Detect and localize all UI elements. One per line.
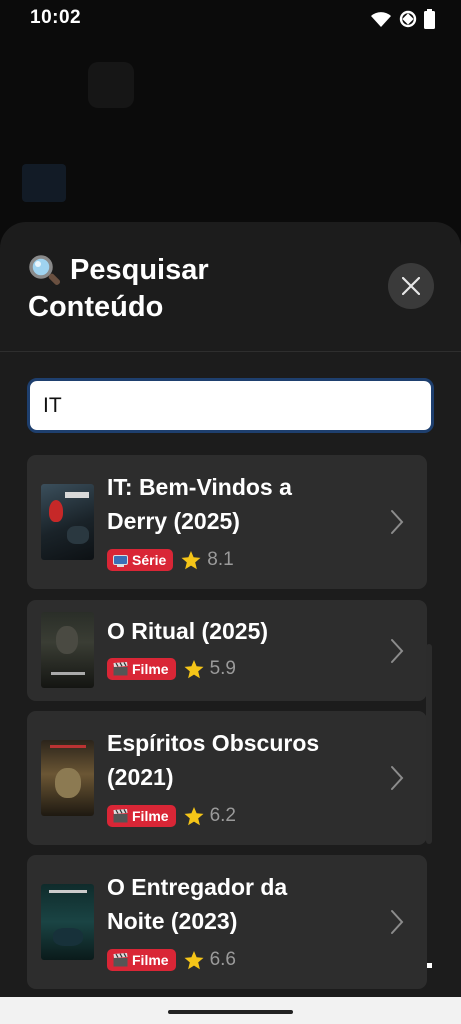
status-time: 10:02 — [30, 7, 82, 28]
result-title-line1: O Entregador da — [107, 874, 288, 900]
result-title: IT: Bem-Vindos a Derry (2025) — [107, 470, 367, 538]
star-icon — [184, 806, 204, 825]
sheet-title-line1: Pesquisar — [70, 254, 209, 286]
poster-thumbnail — [41, 612, 94, 688]
result-title-line1: Espíritos Obscuros — [107, 730, 320, 756]
type-badge: Série — [107, 549, 174, 571]
type-badge: Filme — [107, 805, 176, 827]
result-card[interactable]: Espíritos Obscuros (2021) Filme 6.2 — [27, 711, 427, 845]
search-icon — [29, 254, 61, 285]
rating-value: 8.1 — [207, 549, 234, 570]
type-label: Filme — [132, 808, 169, 824]
type-badge: Filme — [107, 658, 176, 680]
search-sheet: Pesquisar Conteúdo IT IT: Bem-Vindos a D… — [0, 222, 461, 997]
rating-value: 6.2 — [209, 805, 236, 826]
background-page — [0, 38, 461, 238]
result-card[interactable]: O Ritual (2025) Filme 5.9 — [27, 600, 427, 701]
result-meta: Filme 6.2 — [107, 805, 236, 827]
rating: 8.1 — [181, 549, 234, 571]
type-label: Filme — [132, 952, 169, 968]
result-title: O Entregador da Noite (2023) — [107, 870, 367, 938]
clapperboard-icon — [113, 662, 128, 676]
heading-icon — [22, 164, 66, 202]
sheet-title: Pesquisar Conteúdo — [28, 252, 348, 326]
background-heading — [22, 164, 84, 202]
rating: 6.6 — [184, 949, 236, 971]
search-input[interactable] — [30, 381, 431, 430]
poster-thumbnail — [41, 740, 94, 816]
chevron-right-icon — [391, 639, 404, 663]
sheet-header: Pesquisar Conteúdo — [0, 222, 461, 352]
clapperboard-icon — [113, 953, 128, 967]
result-title-line2: Noite (2023) — [107, 908, 238, 934]
type-badge: Filme — [107, 949, 176, 971]
status-icons — [370, 9, 435, 29]
close-button[interactable] — [388, 263, 434, 309]
result-card[interactable]: IT: Bem-Vindos a Derry (2025) Série 8.1 — [27, 455, 427, 589]
sheet-title-row: Pesquisar — [28, 252, 348, 289]
scroll-indicator — [427, 963, 432, 968]
result-title-line2: Derry (2025) — [107, 508, 240, 534]
logo-mark — [88, 62, 134, 108]
result-title-line1: IT: Bem-Vindos a — [107, 474, 292, 500]
result-card[interactable]: O Entregador da Noite (2023) Filme 6.6 — [27, 855, 427, 989]
result-meta: Série 8.1 — [107, 549, 234, 571]
result-title: O Ritual (2025) — [107, 614, 367, 648]
search-field[interactable] — [27, 378, 434, 433]
type-label: Filme — [132, 661, 169, 677]
rating: 6.2 — [184, 805, 236, 827]
star-icon — [184, 950, 204, 969]
clapperboard-icon — [113, 809, 128, 823]
status-bar: 10:02 — [0, 0, 461, 38]
sheet-title-line2: Conteúdo — [28, 291, 164, 323]
result-title: Espíritos Obscuros (2021) — [107, 726, 367, 794]
rating-value: 6.6 — [209, 949, 236, 970]
wifi-icon — [371, 12, 391, 27]
results-scrollbar[interactable] — [426, 644, 432, 844]
type-label: Série — [132, 552, 167, 568]
result-meta: Filme 5.9 — [107, 658, 236, 680]
result-title-line1: O Ritual (2025) — [107, 618, 269, 644]
result-title-line2: (2021) — [107, 764, 174, 790]
chevron-right-icon — [391, 910, 404, 934]
tv-icon — [113, 554, 128, 567]
close-icon — [402, 277, 420, 295]
system-nav-bar — [0, 997, 461, 1024]
result-meta: Filme 6.6 — [107, 949, 236, 971]
chevron-right-icon — [391, 766, 404, 790]
poster-thumbnail — [41, 884, 94, 960]
rating: 5.9 — [184, 658, 236, 680]
star-icon — [184, 659, 204, 678]
poster-thumbnail — [41, 484, 94, 560]
rotate-icon — [399, 10, 417, 28]
chevron-right-icon — [391, 510, 404, 534]
app-screen: 10:02 Pesquisar Conteúdo IT IT: Bem-Vind… — [0, 0, 461, 1024]
app-logo — [88, 62, 148, 108]
battery-icon — [424, 9, 435, 29]
home-gesture-handle[interactable] — [168, 1010, 293, 1014]
rating-value: 5.9 — [209, 658, 236, 679]
star-icon — [181, 550, 201, 569]
